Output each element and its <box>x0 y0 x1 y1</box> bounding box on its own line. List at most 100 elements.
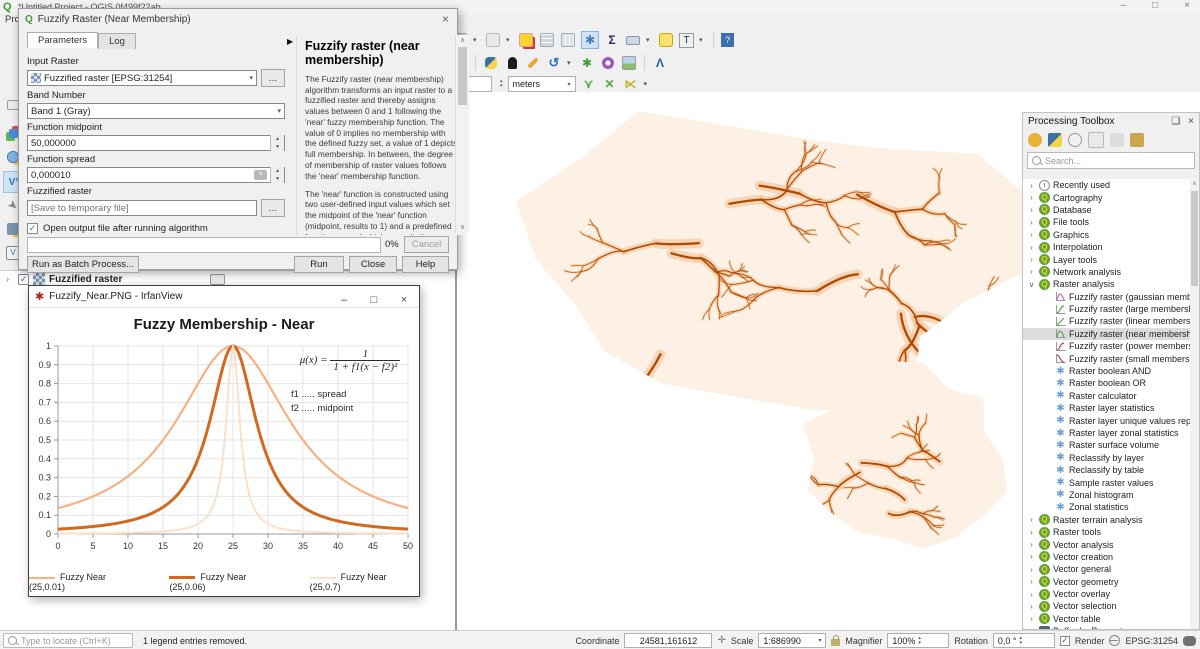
restore-icon[interactable]: □ <box>1152 0 1158 14</box>
chevron-right-icon[interactable]: › <box>1027 267 1036 276</box>
run-button[interactable]: Run <box>294 256 344 273</box>
chevron-right-icon[interactable]: › <box>1027 590 1036 599</box>
snapping-tolerance-spinner[interactable]: ▴▾ <box>500 79 503 89</box>
snap-segment-icon[interactable]: ✕ <box>602 76 618 92</box>
units-combo[interactable]: meters▾ <box>508 76 576 92</box>
toolbox-group[interactable]: ›QCartography <box>1023 191 1190 203</box>
clear-value-icon[interactable]: × <box>254 170 267 180</box>
toolbox-algorithm[interactable]: Fuzzify raster (near membership) <box>1023 328 1190 340</box>
select-dropdown-icon[interactable]: ▾ <box>473 36 480 44</box>
tab-parameters[interactable]: Parameters <box>27 32 98 48</box>
messages-bubble-icon[interactable] <box>1183 636 1196 646</box>
chevron-down-icon[interactable]: ∨ <box>1027 280 1036 289</box>
measure-icon[interactable] <box>625 32 641 48</box>
minimize-icon[interactable]: – <box>1121 0 1127 14</box>
toolbox-group[interactable]: ›Recently used <box>1023 179 1190 191</box>
minimize-icon[interactable]: – <box>329 290 359 311</box>
georeferencer-icon[interactable] <box>621 55 637 71</box>
dock-close-icon[interactable]: × <box>1188 116 1194 127</box>
chevron-right-icon[interactable]: › <box>1027 577 1036 586</box>
toolbox-group[interactable]: ›QRaster tools <box>1023 526 1190 538</box>
chevron-right-icon[interactable]: › <box>1027 602 1036 611</box>
layer-visibility-checkbox[interactable]: ✓ <box>18 274 29 285</box>
plugin-manager-icon[interactable] <box>600 55 616 71</box>
undo-icon[interactable]: ↺ <box>546 55 562 71</box>
text-annotation-icon[interactable]: T <box>679 33 694 48</box>
chevron-right-icon[interactable]: › <box>1027 540 1036 549</box>
scrollbar-thumb[interactable] <box>1191 191 1198 286</box>
lock-scale-icon[interactable] <box>831 639 840 646</box>
input-raster-combo[interactable]: Fuzzified raster [EPSG:31254] ▾ <box>27 70 257 86</box>
snap-intersection-icon[interactable]: ⋉ <box>623 76 639 92</box>
toolbox-algorithm[interactable]: Fuzzify raster (gaussian membership) <box>1023 291 1190 303</box>
deselect-icon[interactable] <box>485 32 501 48</box>
dock-float-icon[interactable]: ❏ <box>1171 116 1180 127</box>
toolbox-group[interactable]: ›QRaster terrain analysis <box>1023 514 1190 526</box>
extent-icon[interactable]: ✛ <box>717 635 725 646</box>
coordinate-input[interactable]: 24581,161612 <box>624 633 712 648</box>
chevron-right-icon[interactable]: › <box>1027 627 1036 629</box>
chevron-right-icon[interactable]: › <box>1027 255 1036 264</box>
map-tips-icon[interactable] <box>658 32 674 48</box>
crs-globe-icon[interactable] <box>1109 635 1120 646</box>
toolbox-group[interactable]: ›QLayer tools <box>1023 253 1190 265</box>
chevron-right-icon[interactable]: › <box>1027 218 1036 227</box>
osm-edit-icon[interactable] <box>525 55 541 71</box>
deselect-dropdown-icon[interactable]: ▾ <box>506 36 513 44</box>
options-wrench-icon[interactable] <box>1130 133 1144 147</box>
toolbox-search-input[interactable]: Search... <box>1027 152 1195 169</box>
toolbox-algorithm[interactable]: ✱Raster layer zonal statistics <box>1023 427 1190 439</box>
open-output-checkbox[interactable]: ✓ <box>27 223 38 234</box>
chevron-right-icon[interactable]: › <box>1027 205 1036 214</box>
chevron-right-icon[interactable]: › <box>1027 243 1036 252</box>
toolbox-group[interactable]: ›QNetwork analysis <box>1023 266 1190 278</box>
annotation-dropdown-icon[interactable]: ▾ <box>699 36 706 44</box>
toolbox-group[interactable]: ›QDatabase <box>1023 204 1190 216</box>
output-browse-button[interactable]: … <box>261 199 285 217</box>
snapping-dropdown-icon[interactable]: ▾ <box>644 80 651 88</box>
toolbox-group[interactable]: ›QVector creation <box>1023 551 1190 563</box>
toolbox-algorithm[interactable]: ✱Raster layer unique values report <box>1023 414 1190 426</box>
chevron-right-icon[interactable]: › <box>1027 552 1036 561</box>
debug-bug-icon[interactable] <box>504 55 520 71</box>
toolbox-group[interactable]: ›QVector overlay <box>1023 588 1190 600</box>
toolbox-group[interactable]: ›QVector selection <box>1023 600 1190 612</box>
measure-dropdown-icon[interactable]: ▾ <box>646 36 653 44</box>
toolbox-group[interactable]: ›QVector geometry <box>1023 576 1190 588</box>
toolbox-algorithm[interactable]: ✱Zonal histogram <box>1023 489 1190 501</box>
band-combo[interactable]: Band 1 (Gray) ▾ <box>27 103 285 119</box>
toolbox-group-raster-analysis[interactable]: ∨QRaster analysis <box>1023 278 1190 290</box>
field-calculator-icon[interactable] <box>560 32 576 48</box>
cancel-button[interactable]: Cancel <box>404 236 449 253</box>
close-icon[interactable]: × <box>1184 0 1190 14</box>
layer-indicator-icon[interactable] <box>210 274 225 285</box>
toolbox-group[interactable]: ›QVector table <box>1023 613 1190 625</box>
spinner-buttons[interactable]: ▴▾ <box>270 167 284 183</box>
toolbox-algorithm[interactable]: ✱Raster layer statistics <box>1023 402 1190 414</box>
toolbox-algorithm[interactable]: Fuzzify raster (linear membership) <box>1023 315 1190 327</box>
toolbox-algorithm[interactable]: ✱Raster surface volume <box>1023 439 1190 451</box>
chevron-right-icon[interactable]: › <box>1027 565 1036 574</box>
scripts-icon[interactable] <box>1048 133 1062 147</box>
toolbox-algorithm[interactable]: ✱Raster calculator <box>1023 390 1190 402</box>
output-file-input[interactable] <box>27 200 257 216</box>
toolbox-group[interactable]: ›QVector analysis <box>1023 538 1190 550</box>
chevron-right-icon[interactable]: › <box>1027 230 1036 239</box>
toolbox-algorithm[interactable]: Fuzzify raster (power membership) <box>1023 340 1190 352</box>
batch-process-button[interactable]: Run as Batch Process... <box>27 256 139 273</box>
spread-spinbox[interactable]: 0,000010 × ▴▾ <box>27 167 285 183</box>
toolbox-algorithm[interactable]: ✱Reclassify by layer <box>1023 452 1190 464</box>
statistics-sigma-icon[interactable]: Σ <box>604 32 620 48</box>
magnifier-spinbox[interactable]: 100%▴▾ <box>887 633 949 648</box>
models-icon[interactable] <box>1028 133 1042 147</box>
processing-toolbox-toggle-icon[interactable]: ✱ <box>581 31 599 49</box>
snap-vertex-icon[interactable]: ⋎ <box>581 76 597 92</box>
help-contents-icon[interactable]: ? <box>721 33 734 47</box>
close-button[interactable]: Close <box>349 256 397 273</box>
toolbox-group[interactable]: ›Buffer by Percentage <box>1023 625 1190 629</box>
tab-log[interactable]: Log <box>98 33 136 49</box>
input-raster-browse-button[interactable]: … <box>261 69 285 87</box>
chevron-right-icon[interactable]: › <box>1027 515 1036 524</box>
maximize-icon[interactable]: □ <box>359 290 389 311</box>
toolbox-algorithm[interactable]: ✱Reclassify by table <box>1023 464 1190 476</box>
